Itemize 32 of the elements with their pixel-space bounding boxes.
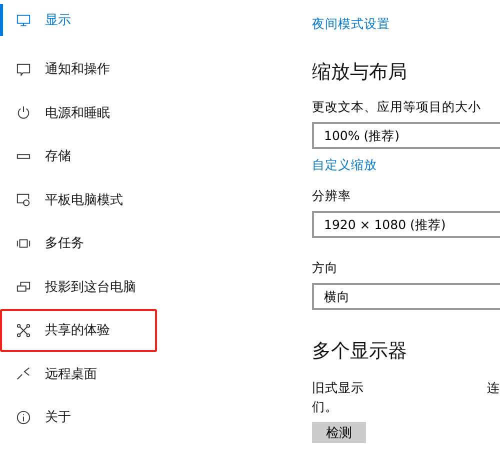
nav-item[interactable]: 多任务 (0, 222, 157, 265)
info-icon (16, 410, 31, 425)
nav-item[interactable]: 关于 (0, 396, 157, 439)
field-label: 更改文本、应用等项目的大小 (312, 99, 481, 116)
nav-item[interactable]: 显示 (0, 4, 157, 36)
projector-screen-icon (16, 279, 31, 294)
scale-dropdown[interactable]: 100% (推荐) (312, 122, 500, 149)
resolution-dropdown[interactable]: 1920 × 1080 (推荐) (312, 211, 500, 238)
remote-icon (16, 366, 31, 382)
nav-item[interactable]: 共享的体验 (0, 308, 157, 352)
nav-item[interactable]: 远程桌面 (0, 352, 157, 396)
description-text: 旧式显示 (312, 380, 364, 397)
field-label: 方向 (312, 260, 338, 277)
nav-item[interactable]: 平板电脑模式 (0, 178, 157, 222)
section-heading: 多个显示器 (312, 339, 407, 364)
nav-item[interactable]: 电源和睡眠 (0, 91, 157, 134)
nav-item[interactable]: 投影到这台电脑 (0, 265, 157, 308)
nav-item[interactable]: 存储 (0, 134, 157, 178)
custom-scaling-link[interactable]: 自定义缩放 (312, 157, 377, 174)
section-heading: 缩放与布局 (312, 60, 407, 85)
field-label: 分辨率 (312, 188, 351, 205)
detect-button[interactable]: 检测 (312, 422, 366, 443)
night-mode-link[interactable]: 夜间模式设置 (312, 16, 390, 33)
nav-item[interactable]: 通知和操作 (0, 48, 157, 91)
monitor-icon (16, 12, 31, 28)
description-text: 们。 (312, 399, 338, 416)
orientation-dropdown[interactable]: 横向 (312, 283, 500, 310)
tablet-icon (16, 192, 31, 208)
share-nodes-icon (16, 322, 31, 338)
description-text: 连 (487, 380, 500, 397)
speech-bubble-icon (16, 62, 31, 77)
power-icon (16, 105, 31, 120)
